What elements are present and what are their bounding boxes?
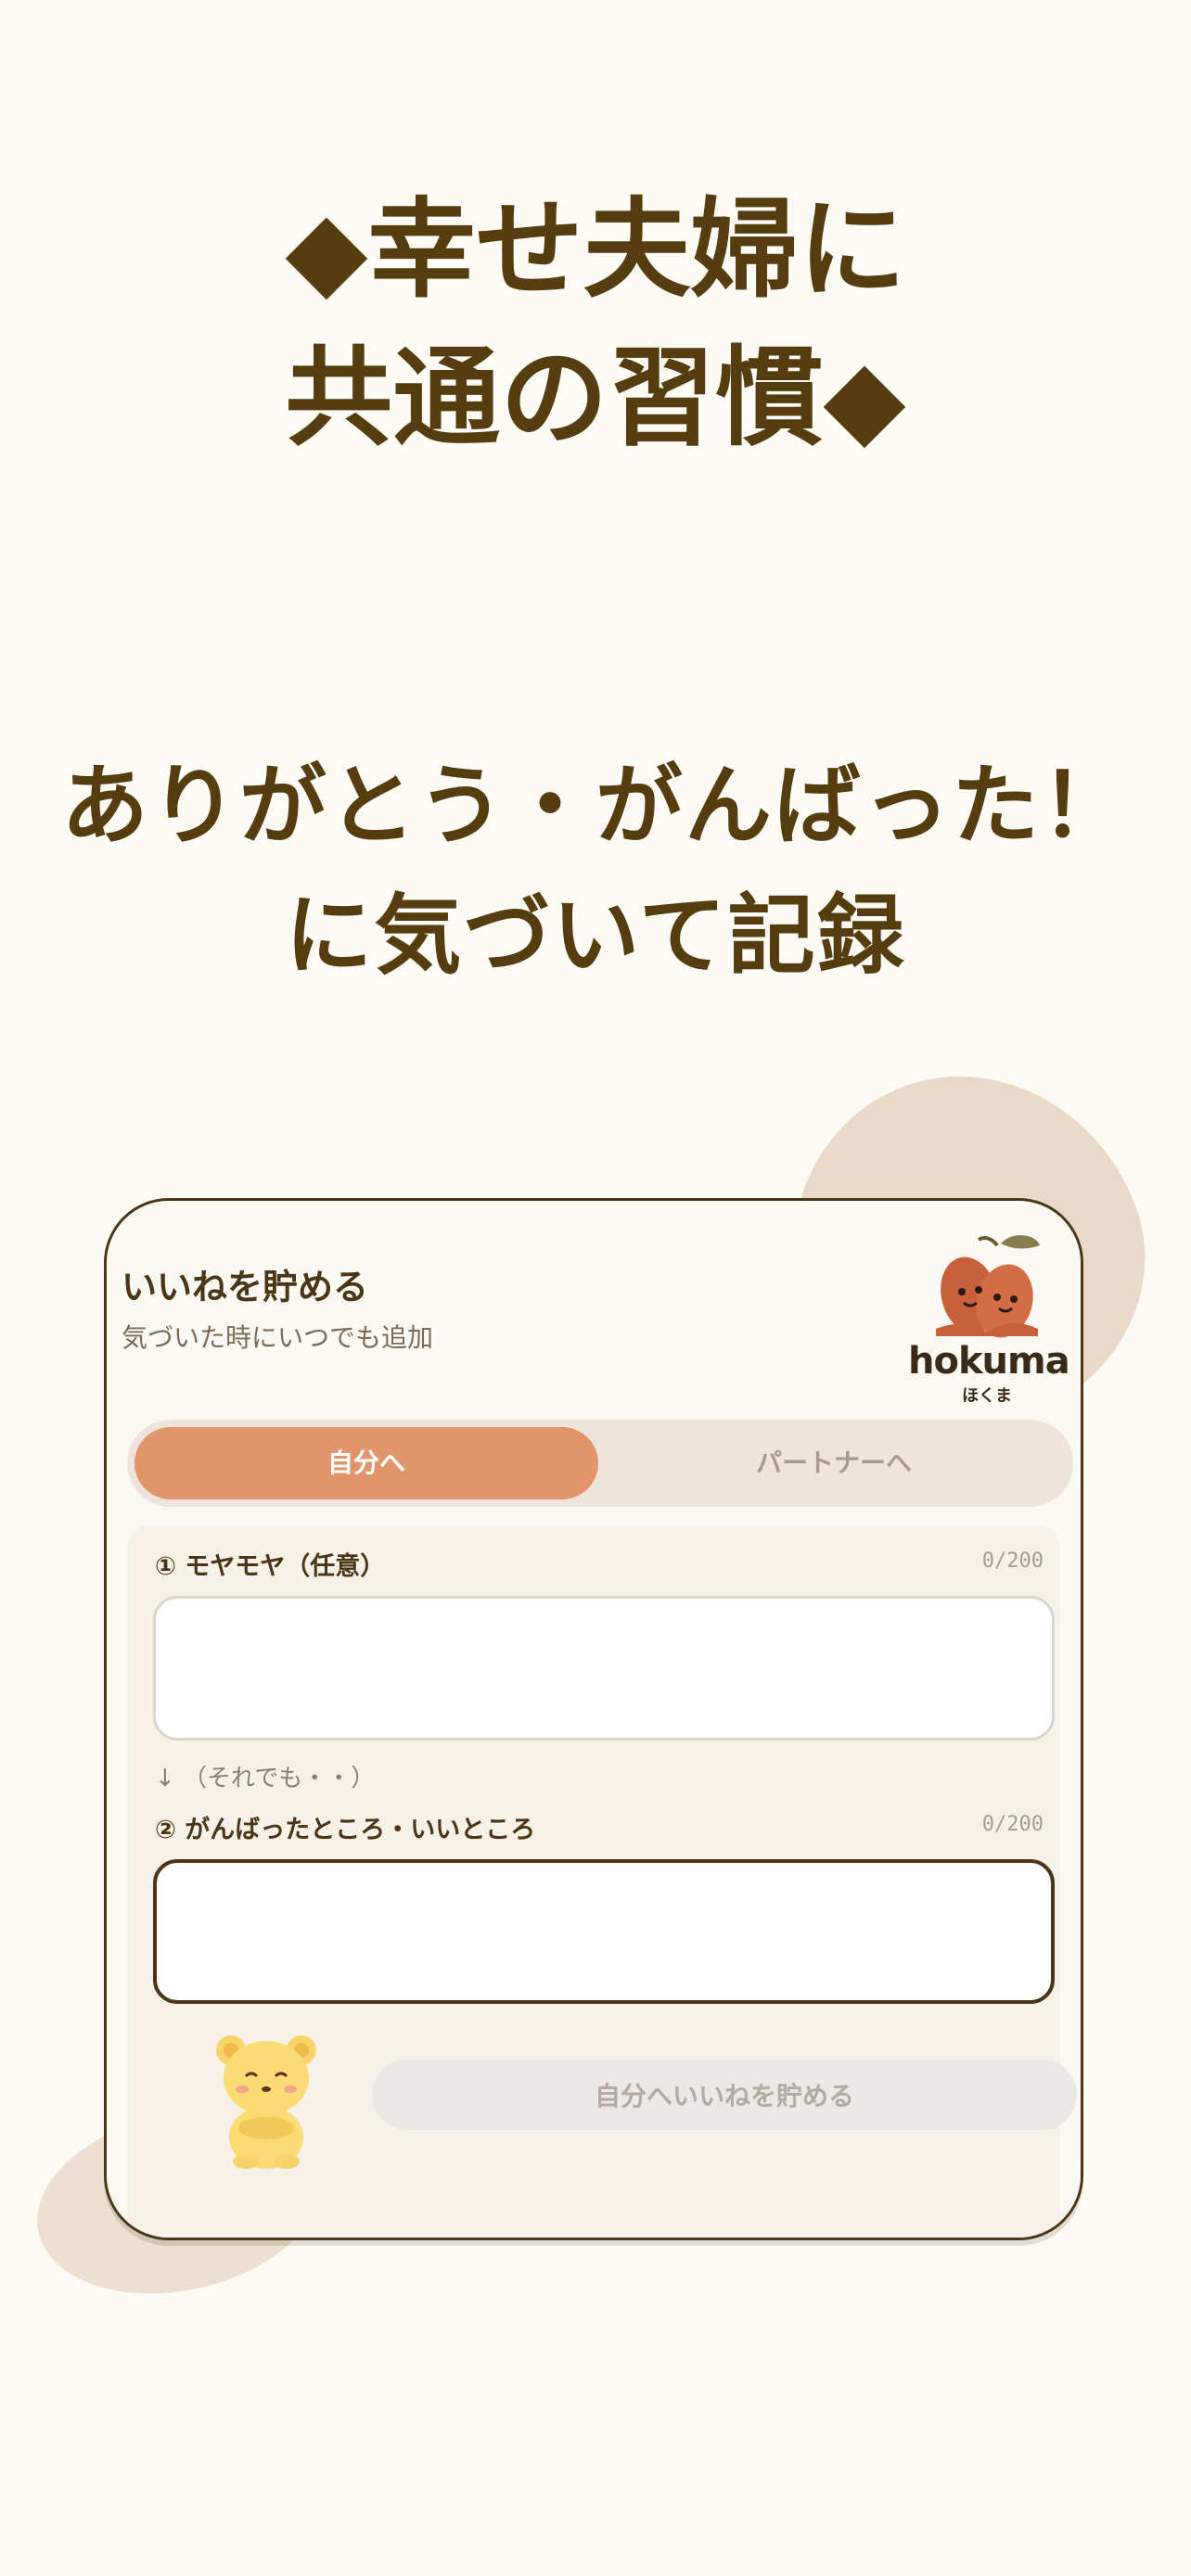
headline-thanks-line1: ありがとう・がんばった！: [60, 756, 1130, 857]
entry-form: ① モヤモヤ（任意） 0/200 ↓ （それでも・・） ② がんばったところ・い…: [127, 1525, 1077, 2238]
headline-habit: ◆幸せ夫婦に 共通の習慣◆: [0, 176, 1191, 473]
moyamoya-char-count: 0/200: [981, 1549, 1044, 1573]
app-card-surface: いいねを貯める 気づいた時にいつでも追加 hokuma ほくま 自分へ パートナ…: [107, 1201, 1081, 2238]
card-subtitle: 気づいた時にいつでも追加: [122, 1322, 434, 1353]
transition-hint: ↓ （それでも・・）: [155, 1765, 376, 1792]
good-points-label: ② がんばったところ・いいところ: [155, 1816, 536, 1844]
good-points-input[interactable]: [153, 1859, 1055, 2004]
tab-self[interactable]: 自分へ: [134, 1427, 598, 1499]
save-like-button[interactable]: 自分へいいねを貯める: [372, 2060, 1077, 2130]
app-card: いいねを貯める 気づいた時にいつでも追加 hokuma ほくま 自分へ パートナ…: [104, 1198, 1083, 2240]
good-points-char-count: 0/200: [981, 1813, 1044, 1836]
moyamoya-label: ① モヤモヤ（任意）: [155, 1552, 386, 1581]
bear-icon: [216, 2035, 316, 2169]
headline-thanks-line2: に気づいて記録: [285, 886, 906, 987]
hokuma-logo: hokuma ほくま: [908, 1218, 1070, 1406]
card-title: いいねを貯める: [122, 1267, 369, 1307]
logo-wordmark: hokuma: [908, 1340, 1070, 1383]
recipient-tabs: 自分へ パートナーへ: [127, 1420, 1073, 1507]
headline-habit-line1: ◆幸せ夫婦に: [285, 187, 906, 312]
tab-partner[interactable]: パートナーへ: [602, 1427, 1066, 1499]
headline-thanks: ありがとう・がんばった！ に気づいて記録: [0, 742, 1191, 1001]
sweet-potato-mascot-icon: [936, 1235, 1040, 1338]
headline-habit-line2: 共通の習慣◆: [285, 336, 906, 461]
logo-kana: ほくま: [962, 1386, 1012, 1406]
moyamoya-input[interactable]: [153, 1596, 1055, 1741]
